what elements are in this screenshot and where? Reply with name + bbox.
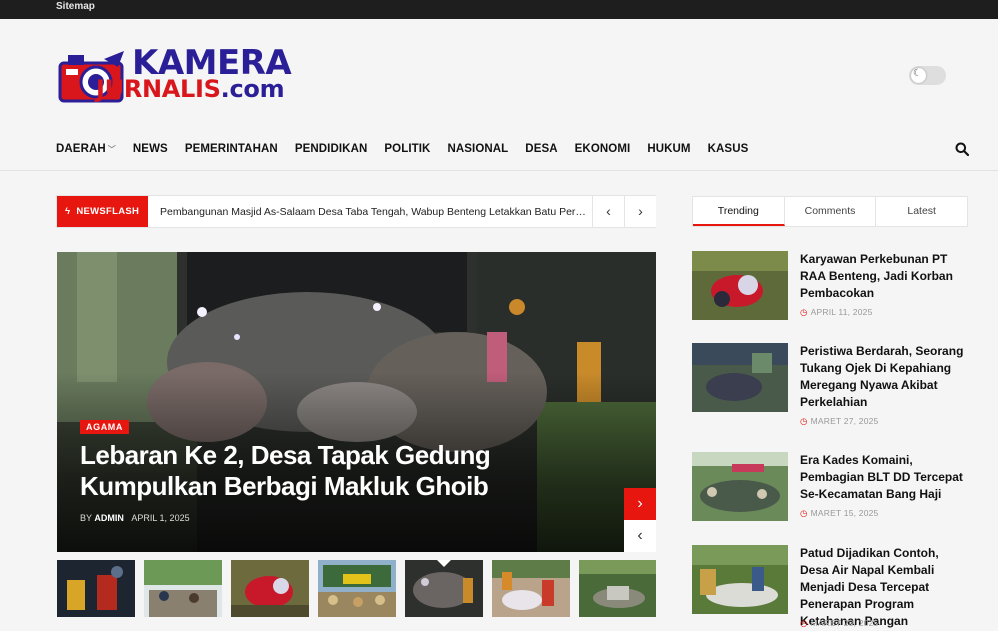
logo-wordmark-bottom: JURNALIS.com	[96, 75, 285, 103]
newsflash-ticker: ϟ NEWSFLASH Pembangunan Masjid As-Salaam …	[56, 195, 656, 228]
slider-thumbnail[interactable]	[492, 560, 570, 617]
featured-meta: BY ADMIN APRIL 1, 2025	[80, 513, 190, 523]
site-header: KAMERA JURNALIS.com ☾	[0, 19, 998, 127]
slider-thumbnail[interactable]	[144, 560, 222, 617]
newsflash-label: ϟ NEWSFLASH	[57, 196, 148, 227]
trending-thumbnail[interactable]	[692, 251, 788, 320]
trending-image	[692, 452, 788, 521]
slider-prev-button[interactable]: ‹	[624, 520, 656, 552]
clock-icon: ◷	[800, 416, 808, 426]
nav-item-kasus[interactable]: KASUS	[708, 143, 749, 155]
nav-item-pemerintahan[interactable]: PEMERINTAHAN	[185, 143, 278, 155]
tab-latest[interactable]: Latest	[876, 197, 967, 226]
main-navigation: DAERAH ﹀ NEWS PEMERINTAHAN PENDIDIKAN POL…	[0, 127, 998, 171]
nav-item-desa[interactable]: DESA	[525, 143, 557, 155]
thumbnail-image	[579, 560, 656, 617]
image-overlay	[57, 252, 656, 552]
active-indicator	[437, 560, 451, 567]
slider-thumbnail[interactable]	[231, 560, 309, 617]
trending-thumbnail[interactable]	[692, 545, 788, 614]
trending-date: ◷ MARET 15, 2025	[800, 508, 879, 518]
toggle-knob: ☾	[911, 68, 926, 83]
trending-title[interactable]: Karyawan Perkebunan PT RAA Benteng, Jadi…	[800, 251, 970, 302]
nav-item-ekonomi[interactable]: EKONOMI	[575, 143, 631, 155]
clock-icon: ◷	[800, 618, 808, 628]
thumbnail-image	[405, 560, 483, 617]
slider-thumbnails	[57, 560, 656, 617]
slider-thumbnail[interactable]	[57, 560, 135, 617]
top-bar: Sitemap	[0, 0, 998, 19]
featured-date: APRIL 1, 2025	[131, 513, 190, 523]
sidebar-tabs: Trending Comments Latest	[692, 196, 968, 227]
clock-icon: ◷	[800, 307, 808, 317]
clock-icon: ◷	[800, 508, 808, 518]
nav-item-news[interactable]: NEWS	[133, 143, 168, 155]
slider-thumbnail[interactable]	[579, 560, 657, 617]
trending-date: ◷ MARET 23, 2025	[800, 618, 879, 628]
thumbnail-image	[492, 560, 570, 617]
trending-image	[692, 343, 788, 412]
nav-item-pendidikan[interactable]: PENDIDIKAN	[295, 143, 368, 155]
thumbnail-image	[318, 560, 396, 617]
moon-icon: ☾	[913, 68, 922, 79]
author-link[interactable]: ADMIN	[94, 513, 124, 523]
tab-trending[interactable]: Trending	[693, 197, 785, 226]
trending-title[interactable]: Peristiwa Berdarah, Seorang Tukang Ojek …	[800, 343, 970, 411]
sitemap-link[interactable]: Sitemap	[56, 1, 95, 12]
newsflash-prev-button[interactable]: ‹	[592, 196, 624, 227]
trending-image	[692, 545, 788, 614]
trending-thumbnail[interactable]	[692, 343, 788, 412]
thumbnail-image	[231, 560, 309, 617]
nav-item-politik[interactable]: POLITIK	[384, 143, 430, 155]
newsflash-next-button[interactable]: ›	[624, 196, 656, 227]
nav-item-hukum[interactable]: HUKUM	[647, 143, 690, 155]
thumbnail-image	[144, 560, 222, 617]
trending-image	[692, 251, 788, 320]
slider-thumbnail[interactable]	[318, 560, 396, 617]
dark-mode-toggle[interactable]: ☾	[909, 66, 946, 85]
thumbnail-image	[57, 560, 135, 617]
newsflash-headline[interactable]: Pembangunan Masjid As-Salaam Desa Taba T…	[160, 206, 588, 218]
trending-thumbnail[interactable]	[692, 452, 788, 521]
nav-item-nasional[interactable]: NASIONAL	[447, 143, 508, 155]
trending-date: ◷ APRIL 11, 2025	[800, 307, 873, 317]
trending-date: ◷ MARET 27, 2025	[800, 416, 879, 426]
chevron-down-icon: ﹀	[107, 145, 116, 154]
featured-title[interactable]: Lebaran Ke 2, Desa Tapak Gedung Kumpulka…	[80, 440, 550, 502]
site-logo[interactable]: KAMERA JURNALIS.com	[58, 43, 292, 107]
trending-title[interactable]: Era Kades Komaini, Pembagian BLT DD Terc…	[800, 452, 970, 503]
nav-menu: DAERAH ﹀ NEWS PEMERINTAHAN PENDIDIKAN POL…	[56, 143, 765, 155]
nav-item-daerah[interactable]: DAERAH ﹀	[56, 143, 116, 155]
tab-comments[interactable]: Comments	[785, 197, 877, 226]
slider-next-button[interactable]: ›	[624, 488, 656, 520]
search-icon[interactable]	[955, 142, 969, 156]
lightning-icon: ϟ	[65, 206, 71, 217]
category-badge[interactable]: AGAMA	[80, 420, 129, 434]
slider-thumbnail-active[interactable]	[405, 560, 483, 617]
featured-slider[interactable]: AGAMA Lebaran Ke 2, Desa Tapak Gedung Ku…	[57, 252, 656, 552]
